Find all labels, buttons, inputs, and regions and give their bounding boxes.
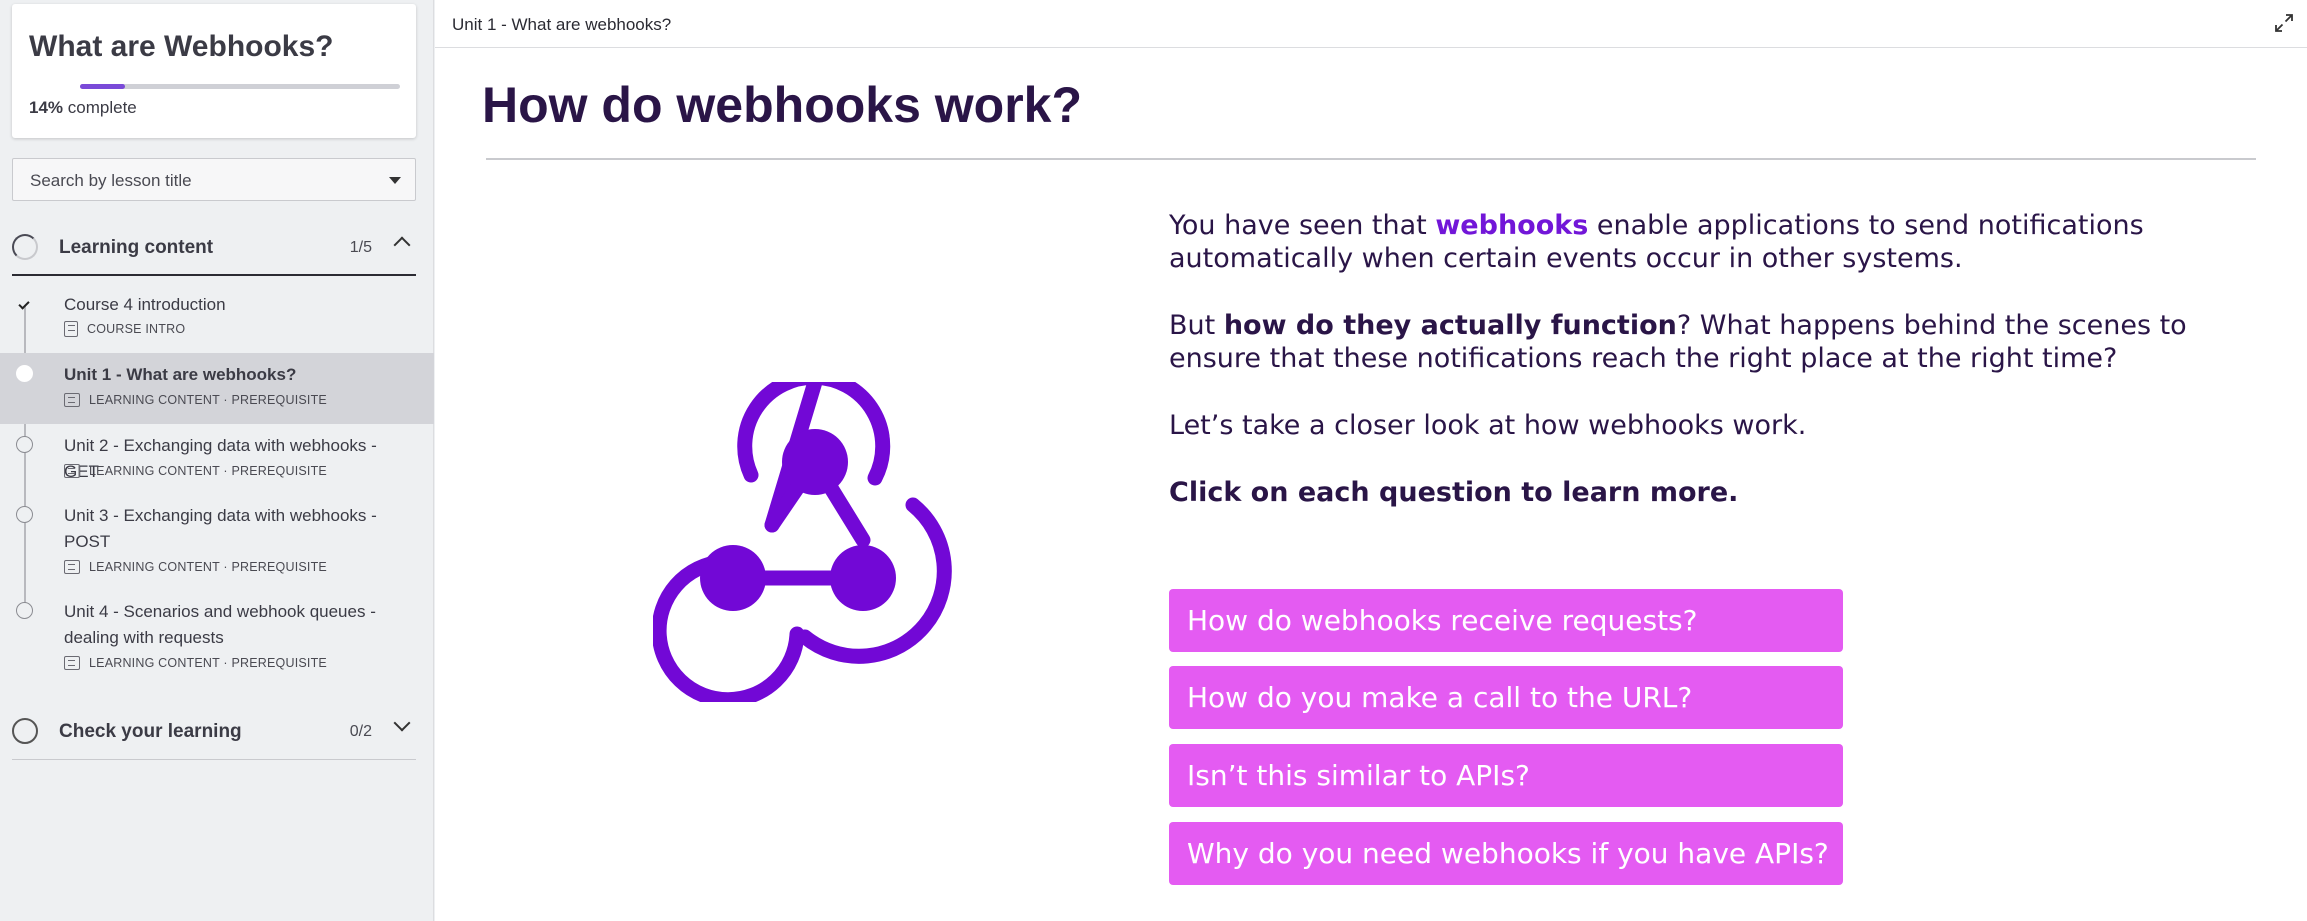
lesson-title: Course 4 introduction: [64, 295, 226, 314]
expand-fullscreen-icon[interactable]: [2275, 14, 2293, 32]
title-divider: [486, 158, 2256, 160]
search-placeholder: Search by lesson title: [30, 171, 192, 190]
lesson-meta-text: LEARNING CONTENT · PREREQUISITE: [89, 560, 327, 574]
lesson-status-circle-icon: [16, 602, 33, 619]
webhooks-logo-icon: [651, 369, 973, 708]
lesson-item-unit-4[interactable]: Unit 4 - Scenarios and webhook queues - …: [0, 591, 434, 687]
lesson-status-circle-icon: [16, 436, 33, 453]
section-header-learning-content[interactable]: Learning content 1/5: [12, 220, 416, 276]
caret-down-icon: [389, 177, 401, 184]
learning-content-icon: [64, 656, 80, 670]
lesson-title: Unit 1 - What are webhooks?: [64, 365, 297, 384]
progress-ring-icon: [12, 718, 38, 744]
lesson-meta-text: LEARNING CONTENT · PREREQUISITE: [89, 393, 327, 407]
lesson-item-unit-1[interactable]: Unit 1 - What are webhooks? LEARNING CON…: [0, 353, 434, 424]
question-paragraph: But how do they actually function? What …: [1169, 309, 2219, 375]
progress-percent: 14%: [29, 98, 64, 117]
lesson-meta: COURSE INTRO: [64, 320, 185, 338]
lesson-meta-text: COURSE INTRO: [87, 322, 186, 336]
lesson-body-text: You have seen that webhooks enable appli…: [1169, 209, 2219, 543]
lesson-meta: LEARNING CONTENT · PREREQUISITE: [64, 462, 327, 480]
progress-ring-icon: [12, 234, 38, 260]
question-button-similar-apis[interactable]: Isn’t this similar to APIs?: [1169, 744, 1843, 807]
text-span: But: [1169, 310, 1224, 341]
section-header-check-your-learning[interactable]: Check your learning 0/2: [12, 704, 416, 760]
page-title: How do webhooks work?: [482, 77, 1083, 133]
lesson-meta-text: LEARNING CONTENT · PREREQUISITE: [89, 464, 327, 478]
course-sidebar: What are Webhooks? 14% complete Search b…: [0, 0, 434, 921]
document-icon: [64, 321, 78, 337]
lesson-item-course-intro[interactable]: Course 4 introduction COURSE INTRO: [0, 288, 434, 346]
bold-phrase: how do they actually function: [1223, 310, 1677, 341]
course-summary-card: What are Webhooks? 14% complete: [12, 4, 416, 138]
keyword-highlight: webhooks: [1435, 210, 1589, 241]
question-button-make-call[interactable]: How do you make a call to the URL?: [1169, 666, 1843, 729]
progress-bar: [80, 84, 400, 89]
lesson-title: Unit 4 - Scenarios and webhook queues - …: [64, 602, 376, 647]
progress-suffix: complete: [67, 98, 137, 117]
instruction-paragraph: Click on each question to learn more.: [1169, 477, 1739, 508]
lesson-meta: LEARNING CONTENT · PREREQUISITE: [64, 391, 327, 409]
chevron-up-icon[interactable]: [393, 236, 411, 254]
lesson-item-unit-3[interactable]: Unit 3 - Exchanging data with webhooks -…: [0, 495, 434, 591]
lesson-topbar: Unit 1 - What are webhooks?: [435, 0, 2307, 48]
question-button-why-webhooks[interactable]: Why do you need webhooks if you have API…: [1169, 822, 1843, 885]
lesson-item-unit-2[interactable]: Unit 2 - Exchanging data with webhooks -…: [0, 424, 434, 495]
progress-bar-fill: [80, 84, 125, 89]
section-count: 0/2: [349, 723, 372, 740]
lesson-meta-text: LEARNING CONTENT · PREREQUISITE: [89, 656, 327, 670]
breadcrumb: Unit 1 - What are webhooks?: [452, 15, 672, 34]
lesson-meta: LEARNING CONTENT · PREREQUISITE: [64, 558, 327, 576]
lesson-status-circle-icon: [16, 506, 33, 523]
text-span: You have seen that: [1169, 210, 1436, 241]
course-title: What are Webhooks?: [29, 30, 334, 63]
question-button-receive-requests[interactable]: How do webhooks receive requests?: [1169, 589, 1843, 652]
lesson-meta: LEARNING CONTENT · PREREQUISITE: [64, 654, 327, 672]
lesson-search-dropdown[interactable]: Search by lesson title: [12, 158, 416, 201]
lesson-title: Unit 3 - Exchanging data with webhooks -…: [64, 506, 377, 551]
learning-content-icon: [64, 393, 80, 407]
learning-content-icon: [64, 464, 80, 478]
learning-content-icon: [64, 560, 80, 574]
closer-look-paragraph: Let’s take a closer look at how webhooks…: [1169, 410, 1807, 441]
lesson-content-area: Unit 1 - What are webhooks? How do webho…: [435, 0, 2307, 921]
section-count: 1/5: [349, 239, 372, 256]
completed-check-icon: [16, 297, 33, 314]
chevron-down-icon[interactable]: [393, 714, 411, 732]
progress-text: 14% complete: [29, 98, 137, 118]
current-lesson-dot-icon: [16, 365, 33, 382]
intro-paragraph: You have seen that webhooks enable appli…: [1169, 209, 2219, 275]
section-title: Learning content: [59, 237, 214, 258]
section-title: Check your learning: [59, 721, 242, 742]
